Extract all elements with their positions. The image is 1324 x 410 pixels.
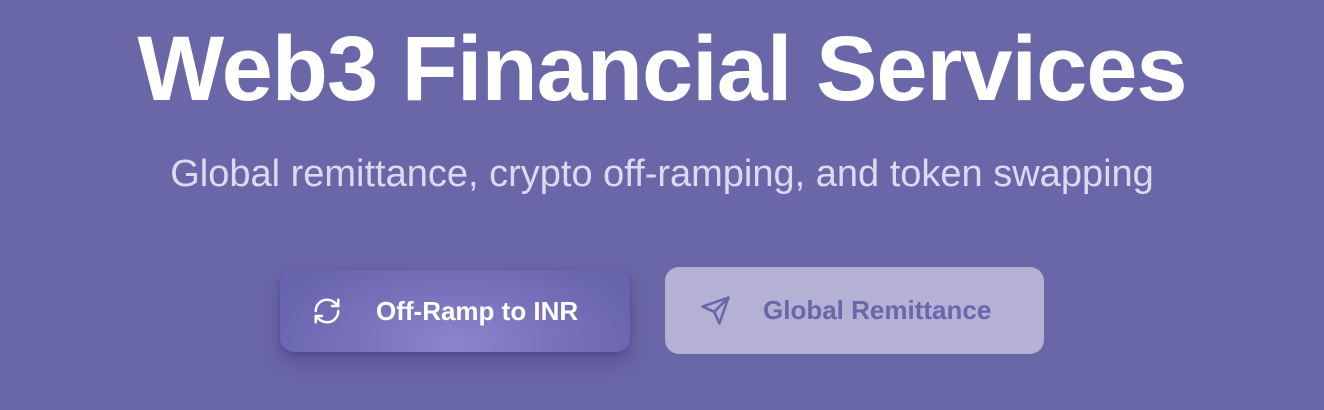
page-subtitle: Global remittance, crypto off-ramping, a… — [170, 153, 1154, 195]
global-remittance-button-label: Global Remittance — [763, 295, 992, 325]
hero-section: Web3 Financial Services Global remittanc… — [0, 0, 1324, 410]
page-title: Web3 Financial Services — [137, 18, 1187, 120]
refresh-icon — [314, 298, 340, 324]
send-icon — [701, 296, 730, 325]
off-ramp-button[interactable]: Off-Ramp to INR — [280, 270, 630, 352]
off-ramp-button-label: Off-Ramp to INR — [376, 296, 579, 326]
global-remittance-button[interactable]: Global Remittance — [665, 267, 1044, 354]
